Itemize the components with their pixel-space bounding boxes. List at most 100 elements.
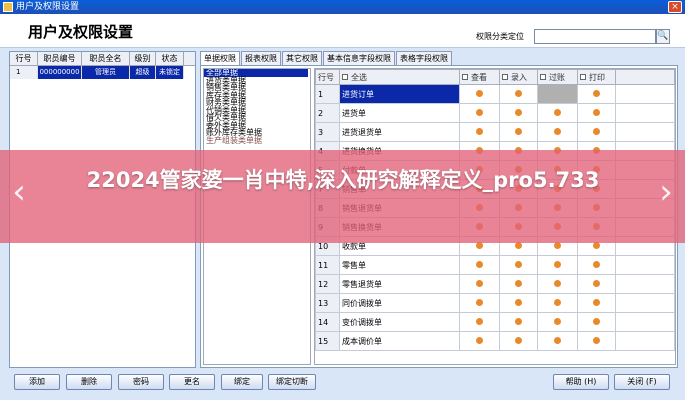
row-number: 11 bbox=[315, 255, 340, 275]
view-permission-cell[interactable] bbox=[459, 103, 500, 123]
chevron-left-icon[interactable]: ‹ bbox=[8, 172, 30, 212]
entry-permission-cell[interactable] bbox=[499, 84, 538, 104]
permission-dot-icon bbox=[515, 108, 522, 116]
entry-permission-cell[interactable] bbox=[499, 122, 538, 142]
table-row[interactable]: 15 成本调价单 bbox=[315, 331, 675, 351]
view-permission-cell[interactable] bbox=[459, 122, 500, 142]
document-name[interactable]: 同价调拨单 bbox=[339, 293, 460, 313]
document-name[interactable]: 进货订单 bbox=[339, 84, 460, 104]
permission-dot-icon bbox=[515, 279, 522, 287]
entry-permission-cell[interactable] bbox=[499, 103, 538, 123]
col-print[interactable]: 打印 bbox=[577, 69, 616, 85]
print-permission-cell[interactable] bbox=[577, 312, 616, 332]
unbind-button[interactable]: 绑定切断 bbox=[268, 374, 316, 390]
chevron-right-icon[interactable]: › bbox=[655, 172, 677, 212]
print-permission-cell[interactable] bbox=[577, 255, 616, 275]
add-button[interactable]: 添加 bbox=[14, 374, 60, 390]
table-row[interactable]: 1 进货订单 bbox=[315, 84, 675, 104]
entry-permission-cell[interactable] bbox=[499, 312, 538, 332]
permission-dot-icon bbox=[593, 336, 600, 344]
user-code[interactable]: 000000000 bbox=[38, 66, 82, 79]
close-icon[interactable]: × bbox=[668, 1, 682, 13]
user-level[interactable]: 超级 bbox=[130, 66, 156, 79]
entry-permission-cell[interactable] bbox=[499, 293, 538, 313]
table-row[interactable]: 11 零售单 bbox=[315, 255, 675, 275]
view-permission-cell[interactable] bbox=[459, 255, 500, 275]
print-checkbox[interactable] bbox=[580, 74, 586, 80]
window-titlebar: 用户及权限设置 × bbox=[0, 0, 685, 14]
print-permission-cell[interactable] bbox=[577, 293, 616, 313]
delete-button[interactable]: 删除 bbox=[66, 374, 112, 390]
view-permission-cell[interactable] bbox=[459, 312, 500, 332]
permission-dot-icon bbox=[554, 260, 561, 268]
search-icon[interactable]: 🔍 bbox=[656, 29, 670, 44]
col-row[interactable]: 行号 bbox=[10, 52, 38, 65]
tree-item[interactable]: 生产组装类单据 bbox=[204, 136, 310, 145]
close-button[interactable]: 关闭 (F) bbox=[614, 374, 670, 390]
tab-document-perms[interactable]: 单据权限 bbox=[200, 51, 240, 65]
col-select-all[interactable]: 全选 bbox=[339, 69, 460, 85]
col-post[interactable]: 过账 bbox=[537, 69, 578, 85]
table-row[interactable]: 14 变价调拨单 bbox=[315, 312, 675, 332]
rename-button[interactable]: 更名 bbox=[169, 374, 215, 390]
print-permission-cell[interactable] bbox=[577, 84, 616, 104]
post-permission-cell[interactable] bbox=[537, 84, 578, 104]
entry-permission-cell[interactable] bbox=[499, 255, 538, 275]
password-button[interactable]: 密码 bbox=[118, 374, 164, 390]
filler-cell bbox=[615, 331, 675, 351]
table-row[interactable]: 2 进货单 bbox=[315, 103, 675, 123]
post-permission-cell[interactable] bbox=[537, 293, 578, 313]
entry-checkbox[interactable] bbox=[502, 74, 508, 80]
select-all-checkbox[interactable] bbox=[342, 74, 348, 80]
user-status[interactable]: 未锁定 bbox=[156, 66, 184, 79]
view-permission-cell[interactable] bbox=[459, 274, 500, 294]
post-permission-cell[interactable] bbox=[537, 255, 578, 275]
col-name[interactable]: 职员全名 bbox=[82, 52, 130, 65]
col-entry[interactable]: 录入 bbox=[499, 69, 538, 85]
view-permission-cell[interactable] bbox=[459, 84, 500, 104]
table-row[interactable]: 13 同价调拨单 bbox=[315, 293, 675, 313]
col-status[interactable]: 状态 bbox=[156, 52, 184, 65]
document-name[interactable]: 零售退货单 bbox=[339, 274, 460, 294]
document-name[interactable]: 变价调拨单 bbox=[339, 312, 460, 332]
table-row[interactable]: 3 进货退货单 bbox=[315, 122, 675, 142]
document-name[interactable]: 进货退货单 bbox=[339, 122, 460, 142]
post-permission-cell[interactable] bbox=[537, 103, 578, 123]
tab-other-perms[interactable]: 其它权限 bbox=[282, 51, 322, 65]
view-permission-cell[interactable] bbox=[459, 293, 500, 313]
permission-dot-icon bbox=[476, 260, 483, 268]
entry-permission-cell[interactable] bbox=[499, 331, 538, 351]
view-permission-cell[interactable] bbox=[459, 331, 500, 351]
col-view[interactable]: 查看 bbox=[459, 69, 500, 85]
post-permission-cell[interactable] bbox=[537, 122, 578, 142]
tab-basic-field-perms[interactable]: 基本信息字段权限 bbox=[323, 51, 395, 65]
post-permission-cell[interactable] bbox=[537, 274, 578, 294]
col-code[interactable]: 职员编号 bbox=[38, 52, 82, 65]
post-permission-cell[interactable] bbox=[537, 312, 578, 332]
col-level[interactable]: 级别 bbox=[130, 52, 156, 65]
tab-table-field-perms[interactable]: 表格字段权限 bbox=[396, 51, 452, 65]
table-row[interactable]: 12 零售退货单 bbox=[315, 274, 675, 294]
print-permission-cell[interactable] bbox=[577, 331, 616, 351]
help-button[interactable]: 帮助 (H) bbox=[553, 374, 609, 390]
print-permission-cell[interactable] bbox=[577, 122, 616, 142]
table-row[interactable]: 1 000000000 管理员 超级 未锁定 bbox=[10, 66, 195, 79]
row-number: 1 bbox=[315, 84, 340, 104]
permission-dot-icon bbox=[515, 127, 522, 135]
print-permission-cell[interactable] bbox=[577, 274, 616, 294]
bind-button[interactable]: 绑定 bbox=[221, 374, 263, 390]
user-name[interactable]: 管理员 bbox=[82, 66, 130, 79]
filler-cell bbox=[615, 312, 675, 332]
permission-dot-icon bbox=[476, 317, 483, 325]
entry-permission-cell[interactable] bbox=[499, 274, 538, 294]
view-checkbox[interactable] bbox=[462, 74, 468, 80]
permission-dot-icon bbox=[476, 279, 483, 287]
post-permission-cell[interactable] bbox=[537, 331, 578, 351]
document-name[interactable]: 零售单 bbox=[339, 255, 460, 275]
search-input[interactable] bbox=[534, 29, 656, 44]
print-permission-cell[interactable] bbox=[577, 103, 616, 123]
post-checkbox[interactable] bbox=[540, 74, 546, 80]
tab-report-perms[interactable]: 报表权限 bbox=[241, 51, 281, 65]
document-name[interactable]: 进货单 bbox=[339, 103, 460, 123]
document-name[interactable]: 成本调价单 bbox=[339, 331, 460, 351]
